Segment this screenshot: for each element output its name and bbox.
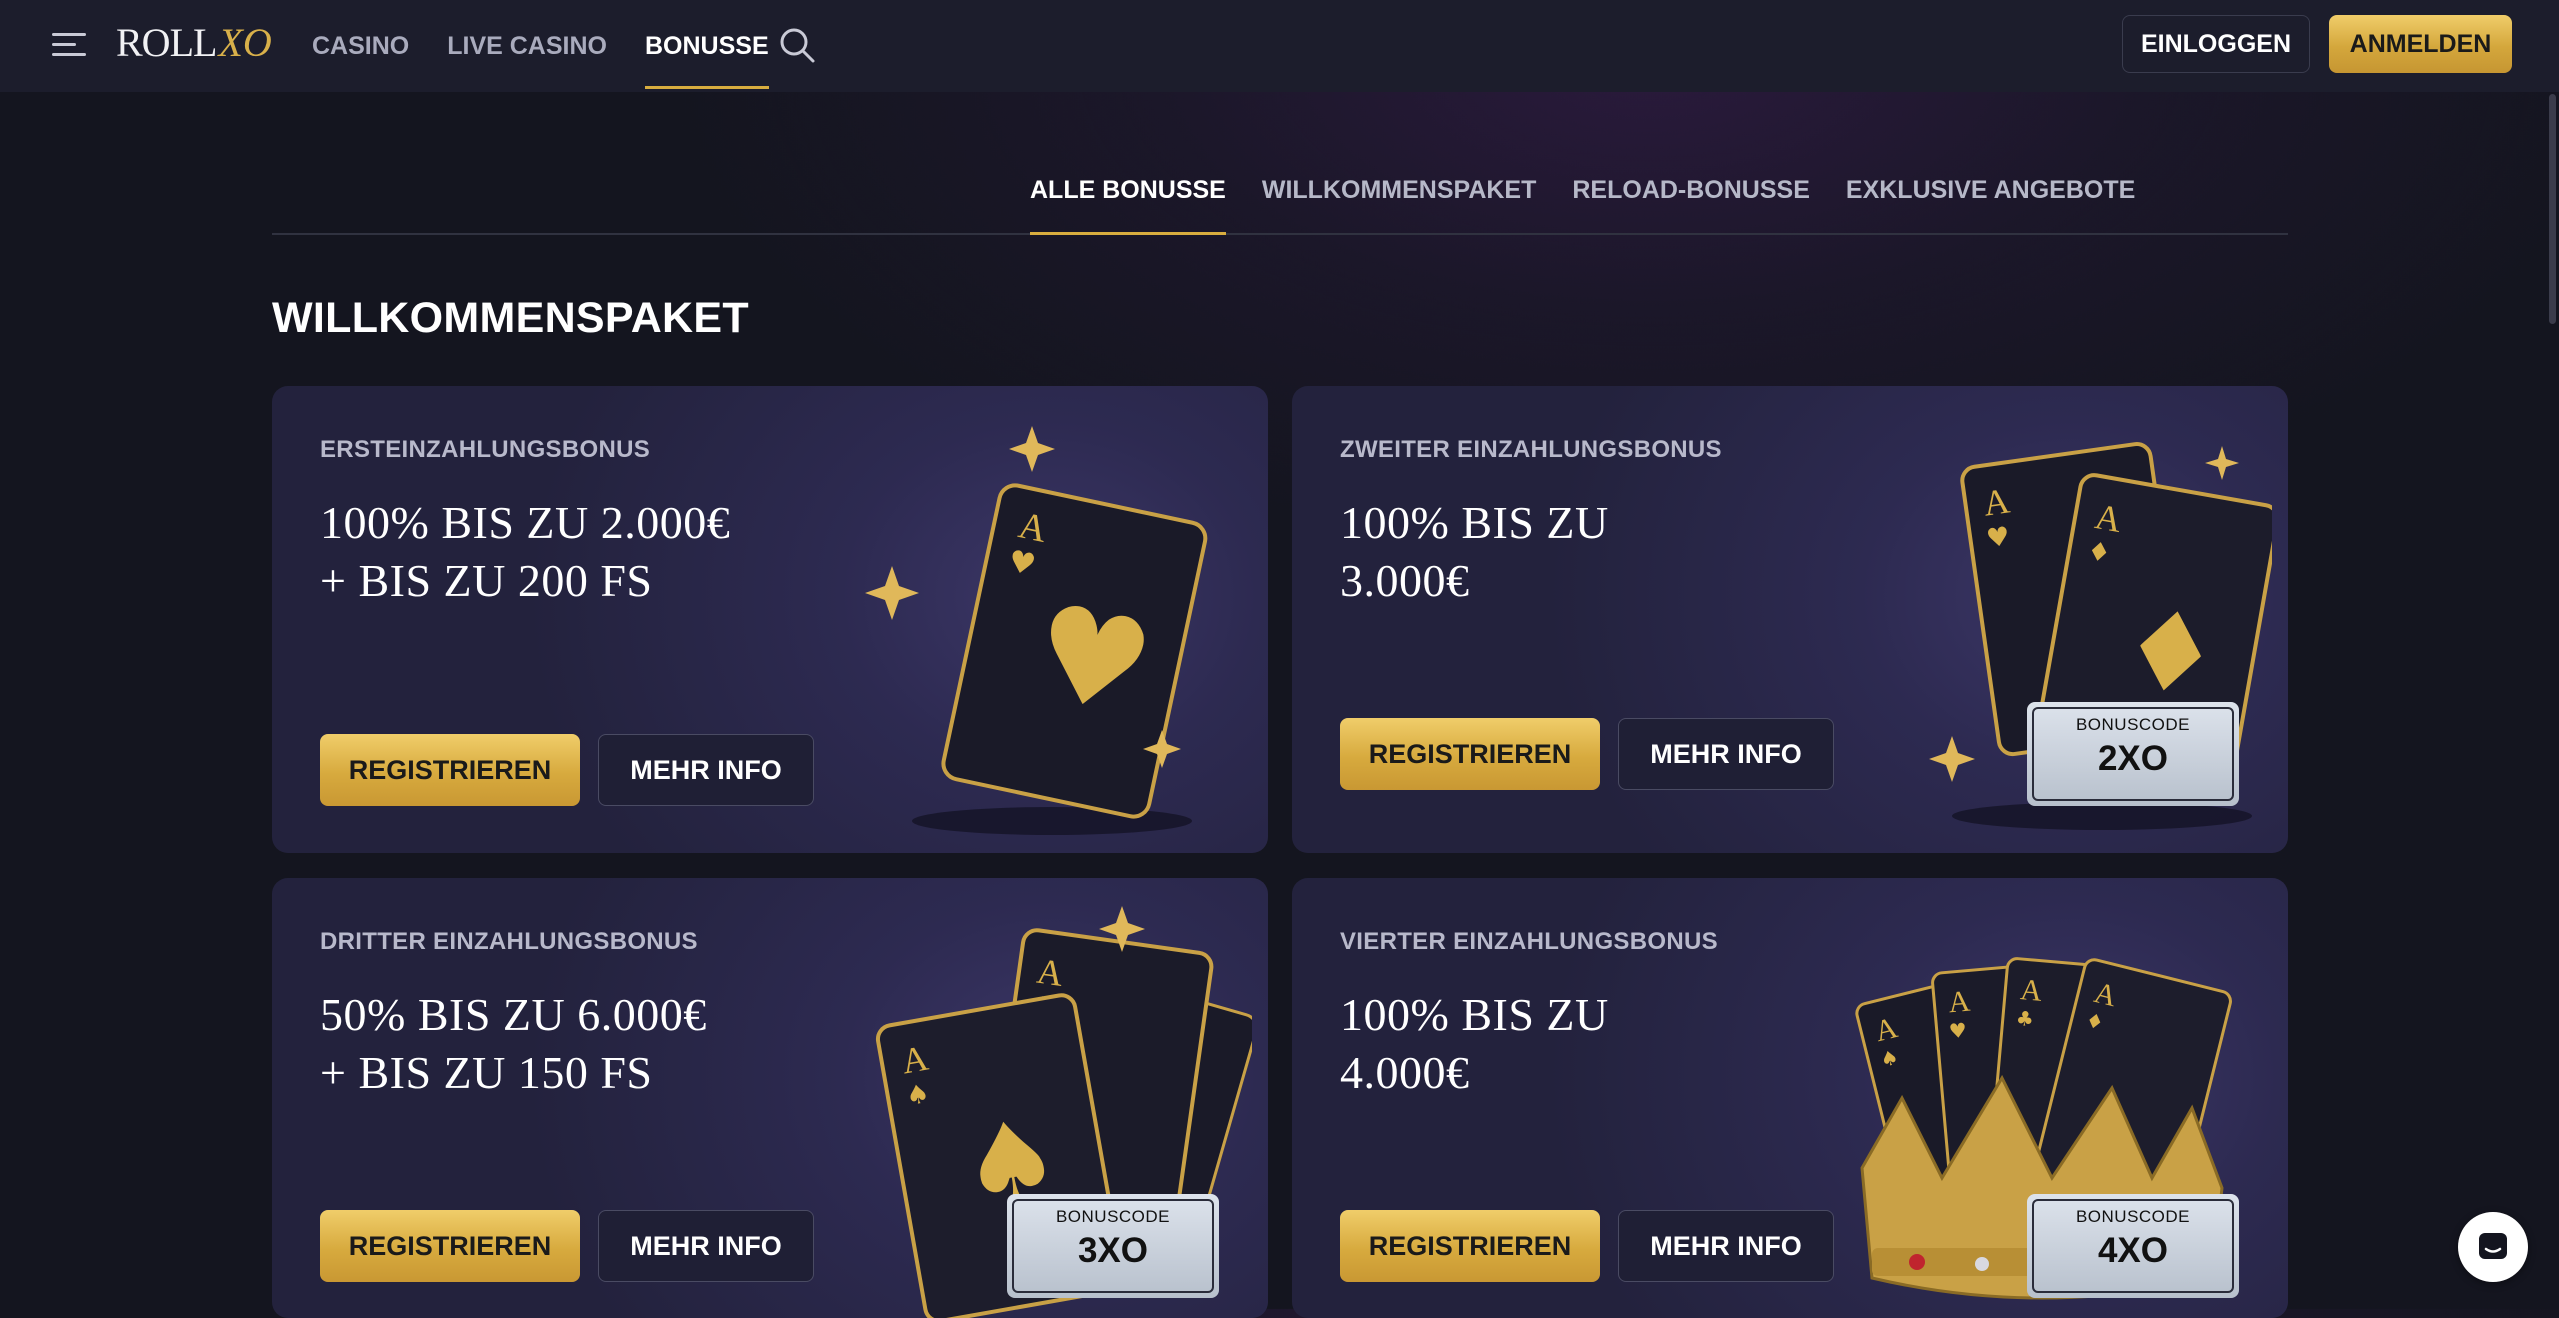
- svg-text:A: A: [2019, 973, 2044, 1008]
- more-info-button[interactable]: MEHR INFO: [1618, 718, 1834, 790]
- card-headline: 100% BIS ZU 3.000€: [1340, 494, 1860, 610]
- headline-line-2: 4.000€: [1340, 1047, 1470, 1098]
- nav-live-casino[interactable]: LIVE CASINO: [447, 0, 607, 92]
- logo-text-roll: ROLL: [116, 19, 217, 65]
- signup-button[interactable]: ANMELDEN: [2329, 15, 2512, 73]
- svg-text:♥: ♥: [1985, 522, 2012, 555]
- bonuscode-badge[interactable]: BONUSCODE 4XO: [2027, 1194, 2239, 1298]
- bonuscode-label: BONUSCODE: [1055, 1207, 1171, 1226]
- tab-alle-bonusse[interactable]: ALLE BONUSSE: [1030, 148, 1226, 235]
- card-headline: 100% BIS ZU 2.000€ + BIS ZU 200 FS: [320, 494, 840, 610]
- chat-icon: [2479, 1233, 2507, 1259]
- bonus-card-4: VIERTER EINZAHLUNGSBONUS 100% BIS ZU 4.0…: [1292, 878, 2288, 1318]
- svg-text:A: A: [1981, 480, 2012, 523]
- bonuscode-value: 3XO: [1077, 1231, 1149, 1270]
- tab-reload-bonusse[interactable]: RELOAD-BONUSSE: [1572, 148, 1810, 233]
- bonuscode-label: BONUSCODE: [2075, 715, 2191, 734]
- card-label: ERSTEINZAHLUNGSBONUS: [320, 436, 651, 463]
- more-info-button[interactable]: MEHR INFO: [1618, 1210, 1834, 1282]
- bonus-card-2: ZWEITER EINZAHLUNGSBONUS 100% BIS ZU 3.0…: [1292, 386, 2288, 853]
- bonus-card-3: DRITTER EINZAHLUNGSBONUS 50% BIS ZU 6.00…: [272, 878, 1268, 1318]
- bonuscode-value: 4XO: [2097, 1231, 2169, 1270]
- login-button[interactable]: EINLOGGEN: [2122, 15, 2310, 73]
- card-label: VIERTER EINZAHLUNGSBONUS: [1340, 928, 1718, 955]
- tab-willkommenspaket[interactable]: WILLKOMMENSPAKET: [1262, 148, 1537, 233]
- register-button[interactable]: REGISTRIEREN: [1340, 1210, 1600, 1282]
- svg-text:♣: ♣: [2015, 1006, 2035, 1031]
- register-button[interactable]: REGISTRIEREN: [320, 734, 580, 806]
- section-title: WILLKOMMENSPAKET: [272, 294, 749, 342]
- main-nav: CASINO LIVE CASINO BONUSSE: [312, 0, 807, 92]
- nav-casino[interactable]: CASINO: [312, 0, 409, 92]
- card-label: DRITTER EINZAHLUNGSBONUS: [320, 928, 698, 955]
- bonus-card-1: ERSTEINZAHLUNGSBONUS 100% BIS ZU 2.000€ …: [272, 386, 1268, 853]
- register-button[interactable]: REGISTRIEREN: [1340, 718, 1600, 790]
- tab-exklusive-angebote[interactable]: EXKLUSIVE ANGEBOTE: [1846, 148, 2135, 233]
- bonuscode-value: 2XO: [2097, 739, 2169, 778]
- bonuscode-badge[interactable]: BONUSCODE 2XO: [2027, 702, 2239, 806]
- nav-bonusse[interactable]: BONUSSE: [644, 0, 769, 92]
- headline-line-1: 50% BIS ZU 6.000€: [320, 989, 707, 1040]
- chat-launcher-button[interactable]: [2458, 1212, 2528, 1282]
- svg-text:A: A: [1035, 951, 1066, 994]
- headline-line-2: + BIS ZU 200 FS: [320, 555, 653, 606]
- svg-text:A: A: [1947, 984, 1972, 1019]
- search-icon[interactable]: [778, 26, 816, 64]
- bonuscode-badge[interactable]: BONUSCODE 3XO: [1007, 1194, 1219, 1298]
- logo-text-xo: XO: [218, 19, 272, 65]
- register-button[interactable]: REGISTRIEREN: [320, 1210, 580, 1282]
- more-info-button[interactable]: MEHR INFO: [598, 734, 814, 806]
- headline-line-1: 100% BIS ZU: [1340, 989, 1609, 1040]
- more-info-button[interactable]: MEHR INFO: [598, 1210, 814, 1282]
- headline-line-2: 3.000€: [1340, 555, 1470, 606]
- scrollbar[interactable]: [2549, 94, 2556, 324]
- ace-of-hearts-icon: A ♥ ♥: [865, 426, 1208, 835]
- headline-line-2: + BIS ZU 150 FS: [320, 1047, 653, 1098]
- headline-line-1: 100% BIS ZU 2.000€: [320, 497, 731, 548]
- card-headline: 100% BIS ZU 4.000€: [1340, 986, 1860, 1102]
- svg-text:♥: ♥: [1948, 1018, 1968, 1043]
- bonuscode-label: BONUSCODE: [2075, 1207, 2191, 1226]
- top-header: ROLL XO CASINO LIVE CASINO BONUSSE EINLOG…: [0, 0, 2559, 92]
- rollxo-logo[interactable]: ROLL XO: [116, 18, 272, 66]
- card-headline: 50% BIS ZU 6.000€ + BIS ZU 150 FS: [320, 986, 840, 1102]
- bonus-tabs: ALLE BONUSSE WILLKOMMENSPAKET RELOAD-BON…: [272, 148, 2288, 235]
- headline-line-1: 100% BIS ZU: [1340, 497, 1609, 548]
- card-label: ZWEITER EINZAHLUNGSBONUS: [1340, 436, 1722, 463]
- menu-icon[interactable]: [52, 30, 88, 60]
